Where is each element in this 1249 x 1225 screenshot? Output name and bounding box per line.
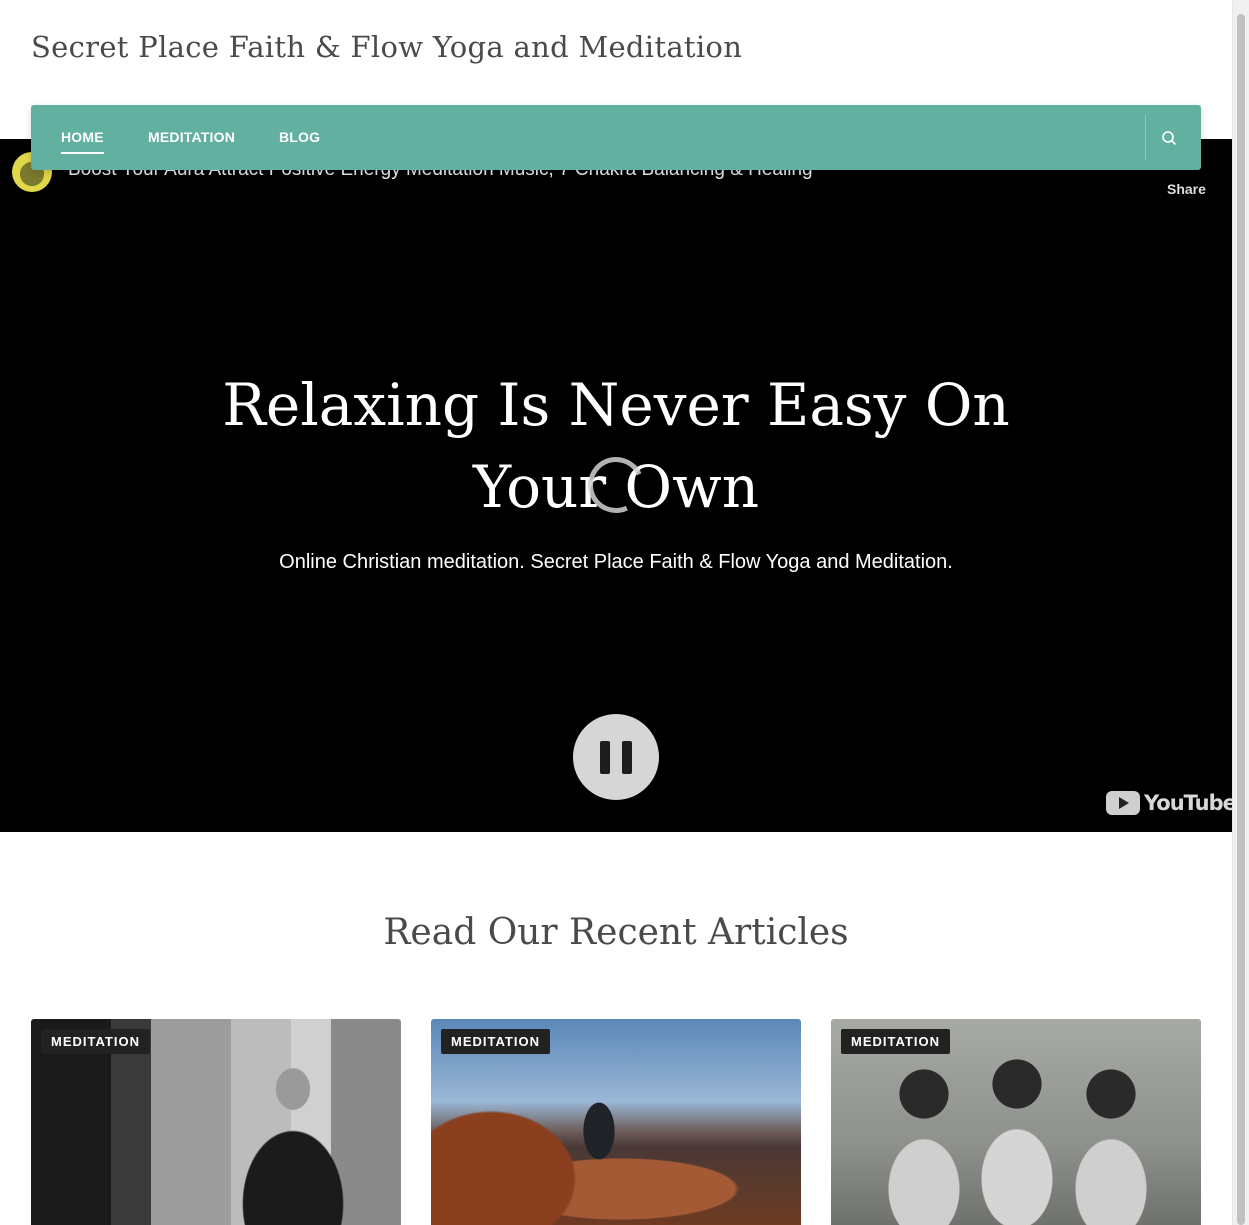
article-card[interactable]: MEDITATION — [31, 1019, 401, 1225]
pause-button[interactable] — [573, 714, 659, 800]
article-card[interactable]: MEDITATION — [431, 1019, 801, 1225]
search-icon[interactable] — [1159, 128, 1179, 148]
youtube-play-icon — [1106, 791, 1140, 815]
share-button[interactable]: Share — [1167, 181, 1206, 197]
pause-icon-bar — [622, 741, 632, 774]
hero-subheading: Online Christian meditation. Secret Plac… — [279, 551, 953, 573]
site-title[interactable]: Secret Place Faith & Flow Yoga and Medit… — [31, 30, 742, 64]
category-badge[interactable]: MEDITATION — [41, 1029, 150, 1054]
nav-item-home[interactable]: HOME — [61, 129, 104, 154]
page-scrollbar[interactable] — [1232, 0, 1249, 1225]
category-badge[interactable]: MEDITATION — [841, 1029, 950, 1054]
youtube-wordmark: YouTube — [1144, 791, 1232, 815]
youtube-logo[interactable]: YouTube — [1106, 790, 1232, 816]
nav-divider — [1145, 115, 1146, 160]
category-badge[interactable]: MEDITATION — [441, 1029, 550, 1054]
nav-item-blog[interactable]: BLOG — [279, 129, 320, 145]
main-navigation: HOME MEDITATION BLOG — [31, 105, 1201, 170]
hero-video[interactable]: Boost Your Aura Attract Positive Energy … — [0, 139, 1232, 832]
article-card[interactable]: MEDITATION — [831, 1019, 1201, 1225]
scrollbar-thumb[interactable] — [1237, 14, 1245, 1225]
nav-item-meditation[interactable]: MEDITATION — [148, 129, 235, 145]
recent-articles-heading: Read Our Recent Articles — [383, 912, 849, 953]
pause-icon — [600, 741, 610, 774]
